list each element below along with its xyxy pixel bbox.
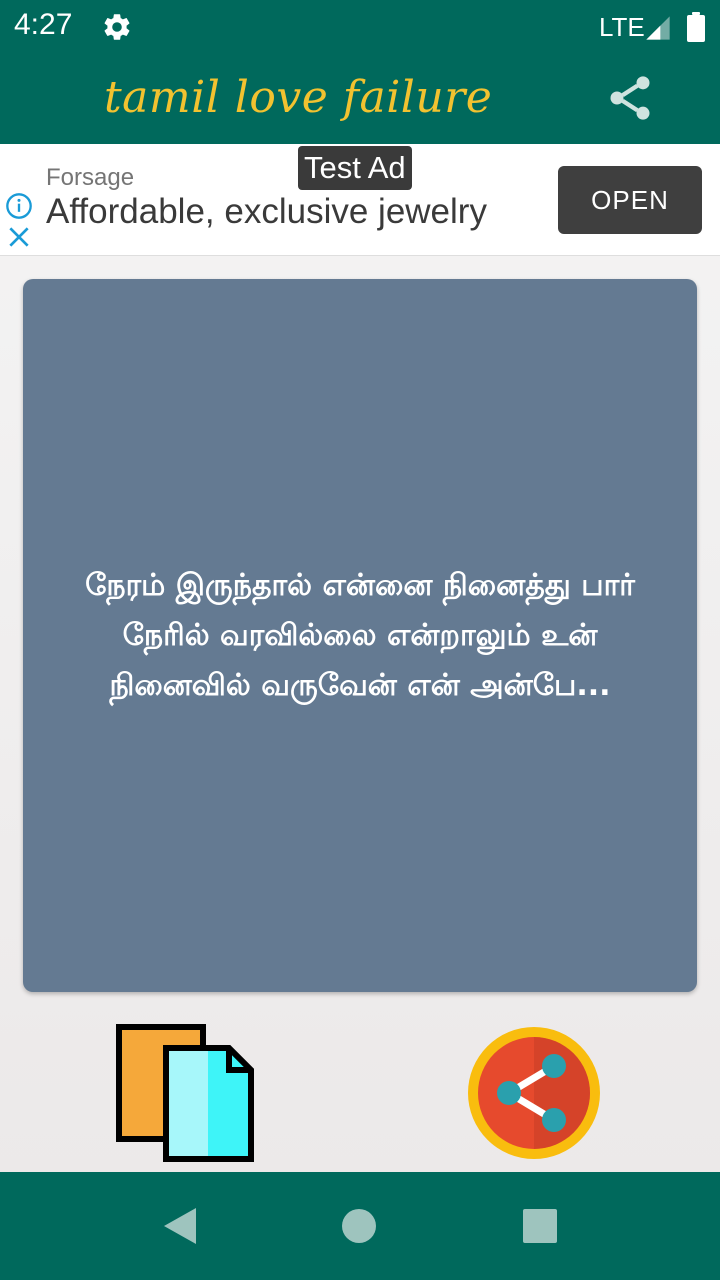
ad-advertiser: Forsage (46, 164, 135, 191)
info-icon[interactable] (5, 192, 33, 220)
copy-icon[interactable] (116, 1024, 256, 1164)
battery-icon (687, 12, 705, 42)
share-icon[interactable] (604, 72, 656, 124)
ad-open-button[interactable]: OPEN (558, 166, 702, 234)
ad-headline[interactable]: Affordable, exclusive jewelry (46, 192, 487, 232)
network-type: LTE (599, 12, 645, 42)
recents-icon[interactable] (523, 1209, 557, 1243)
close-icon[interactable] (6, 224, 32, 250)
gear-icon (104, 14, 130, 40)
quote-text: நேரம் இருந்தால் என்னை நினைத்து பார் நேரி… (85, 567, 635, 703)
signal-icon (646, 16, 670, 40)
back-icon[interactable] (160, 1206, 200, 1246)
nav-bar (0, 1172, 720, 1280)
app-bar: tamil love failure (0, 56, 720, 144)
status-time: 4:27 (14, 8, 73, 41)
share-circle-icon[interactable] (466, 1025, 602, 1161)
app-title: tamil love failure (104, 72, 493, 123)
test-ad-badge: Test Ad (298, 146, 412, 190)
quote-card: நேரம் இருந்தால் என்னை நினைத்து பார் நேரி… (23, 279, 697, 992)
home-icon[interactable] (341, 1208, 377, 1244)
status-bar: 4:27 LTE (0, 0, 720, 56)
ad-banner[interactable]: Forsage Affordable, exclusive jewelry Te… (0, 144, 720, 256)
